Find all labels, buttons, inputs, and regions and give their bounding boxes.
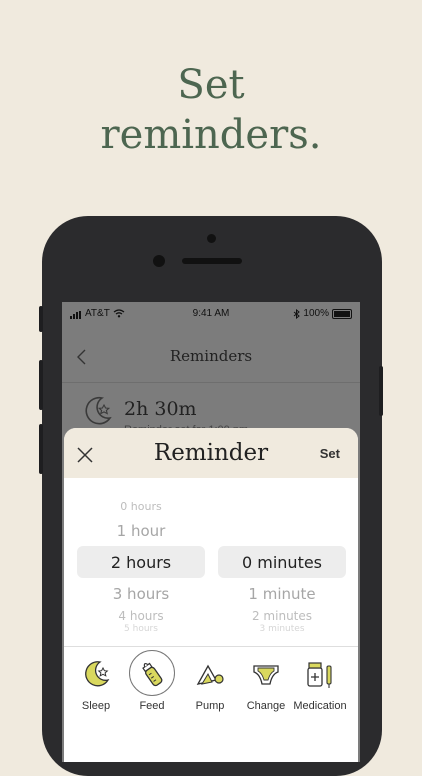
sheet-header: Reminder Set [64, 428, 358, 478]
sheet-title: Reminder [153, 440, 269, 466]
hours-option[interactable]: 0 hours [77, 500, 205, 513]
earpiece-speaker [182, 258, 242, 264]
front-camera [207, 234, 216, 243]
activity-type-bar: Sleep Feed Pump Change Medication [64, 650, 358, 724]
battery-icon [332, 308, 352, 319]
activity-medication[interactable]: Medication [290, 654, 350, 724]
volume-up-button [39, 360, 43, 410]
activity-change[interactable]: Change [236, 654, 296, 724]
summary-duration: 2h 30m [124, 398, 197, 420]
moon-icon [85, 661, 110, 687]
set-button[interactable]: Set [320, 446, 340, 461]
minutes-wheel[interactable]: 0 minutes 1 minute 2 minutes 3 minutes [218, 488, 346, 648]
mute-switch [39, 306, 43, 332]
reminder-sheet: Reminder Set 0 hours 1 hour 2 hours 3 ho… [64, 428, 358, 762]
minutes-option[interactable]: 2 minutes [218, 609, 346, 623]
minutes-selected-option[interactable]: 0 minutes [218, 553, 346, 572]
minutes-option[interactable]: 3 minutes [218, 624, 346, 634]
hours-option[interactable]: 3 hours [77, 585, 205, 603]
hours-selected-option[interactable]: 2 hours [77, 553, 205, 572]
time-picker: 0 hours 1 hour 2 hours 3 hours 4 hours 5… [64, 488, 358, 648]
hours-option[interactable]: 5 hours [77, 624, 205, 634]
status-bar: AT&T 9:41 AM 100% [62, 302, 360, 324]
hours-wheel[interactable]: 0 hours 1 hour 2 hours 3 hours 4 hours 5… [77, 488, 205, 648]
power-button [379, 366, 383, 416]
proximity-sensor [153, 255, 165, 267]
divider [64, 646, 358, 647]
nav-bar: Reminders [62, 332, 360, 383]
activity-pump[interactable]: Pump [180, 654, 240, 724]
bottle-icon [142, 662, 163, 687]
battery-percent: 100% [303, 308, 329, 319]
battery-group: 100% [293, 308, 352, 319]
bluetooth-icon [294, 308, 301, 319]
medication-icon [307, 662, 332, 688]
moon-icon [85, 396, 112, 425]
headline-line-2: reminders. [100, 112, 322, 158]
activity-feed[interactable]: Feed [122, 650, 182, 724]
phone-screen: AT&T 9:41 AM 100% Reminders 2h 30m Remin… [62, 302, 360, 762]
hours-option[interactable]: 4 hours [77, 609, 205, 623]
volume-down-button [39, 424, 43, 474]
hours-option[interactable]: 1 hour [77, 522, 205, 540]
nav-title: Reminders [169, 347, 253, 365]
pump-icon [196, 664, 224, 685]
activity-sleep[interactable]: Sleep [66, 654, 126, 724]
activity-label: Medication [293, 700, 347, 712]
diaper-icon [253, 665, 279, 685]
minutes-option[interactable]: 1 minute [218, 585, 346, 603]
headline-line-1: Set [177, 62, 245, 108]
